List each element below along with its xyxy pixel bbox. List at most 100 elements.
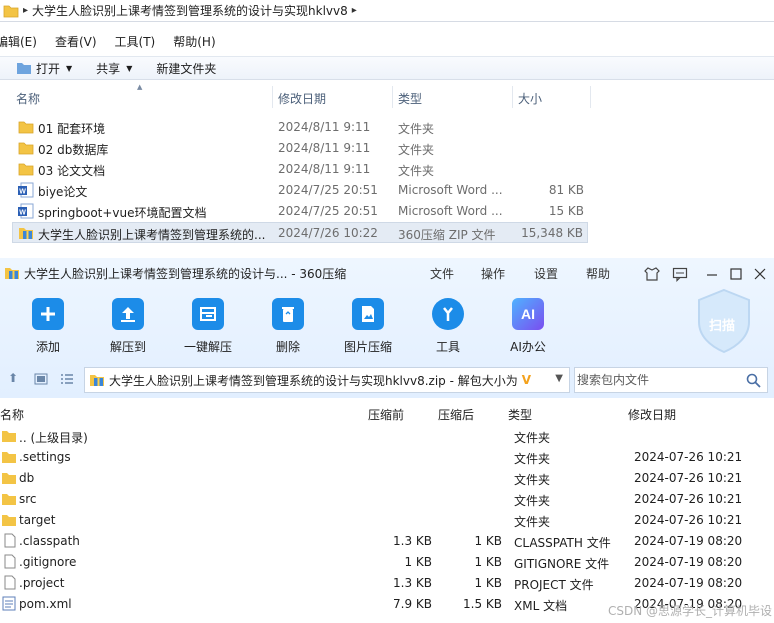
- entry-name: pom.xml: [19, 597, 72, 611]
- address-bar[interactable]: ▸ 大学生人脸识别上课考情签到管理系统的设计与实现hklvv8 ▸: [0, 0, 774, 22]
- file-row[interactable]: W biye论文 2024/7/25 20:51 Microsoft Word …: [0, 180, 774, 201]
- feedback-icon[interactable]: [672, 266, 688, 282]
- column-before[interactable]: 压缩前: [368, 406, 404, 423]
- skin-icon[interactable]: [644, 266, 660, 282]
- image-compress-label: 图片压缩: [343, 340, 392, 354]
- file-row-selected[interactable]: 大学生人脸识别上课考情签到管理系统的... 2024/7/26 10:22 36…: [12, 222, 588, 243]
- entry-size-after: 1 KB: [474, 576, 502, 590]
- share-button[interactable]: 共享 ▼: [96, 60, 132, 77]
- column-divider[interactable]: [590, 86, 591, 108]
- app-logo-icon: [5, 268, 19, 279]
- file-type: 360压缩 ZIP 文件: [398, 228, 496, 242]
- file-icon: [4, 575, 16, 590]
- column-size[interactable]: 大小: [518, 90, 542, 107]
- file-row[interactable]: 03 论文文档 2024/8/11 9:11 文件夹: [0, 159, 774, 180]
- maximize-icon[interactable]: [728, 266, 744, 282]
- file-name: biye论文: [38, 185, 88, 199]
- archive-row[interactable]: .settings 文件夹 2024-07-26 10:21: [0, 447, 774, 468]
- search-input[interactable]: [577, 373, 737, 387]
- search-box[interactable]: [574, 367, 768, 393]
- entry-type: GITIGNORE 文件: [514, 557, 610, 571]
- file-row[interactable]: 02 db数据库 2024/8/11 9:11 文件夹: [0, 138, 774, 159]
- entry-date: 2024-07-26 10:21: [634, 513, 743, 527]
- add-button[interactable]: 添加: [16, 298, 80, 355]
- file-type: 文件夹: [398, 122, 435, 136]
- menu-edit[interactable]: 编辑(E): [0, 33, 37, 50]
- menu-help[interactable]: 帮助: [586, 265, 610, 282]
- file-row[interactable]: 01 配套环境 2024/8/11 9:11 文件夹: [0, 117, 774, 138]
- entry-name: target: [19, 513, 56, 527]
- entry-type: 文件夹: [514, 494, 551, 508]
- folder-icon: [2, 515, 16, 526]
- column-name[interactable]: 名称: [0, 406, 24, 423]
- archive-row[interactable]: .project 1.3 KB 1 KB PROJECT 文件 2024-07-…: [0, 573, 774, 594]
- file-date: 2024/8/11 9:11: [278, 141, 371, 155]
- column-type[interactable]: 类型: [398, 90, 422, 107]
- archive-row[interactable]: .classpath 1.3 KB 1 KB CLASSPATH 文件 2024…: [0, 531, 774, 552]
- column-name[interactable]: 名称: [16, 90, 40, 107]
- extract-to-label: 解压到: [109, 340, 146, 354]
- column-divider[interactable]: [512, 86, 513, 108]
- menu-help[interactable]: 帮助(H): [173, 33, 215, 50]
- menu-operate[interactable]: 操作: [481, 265, 505, 282]
- column-after[interactable]: 压缩后: [438, 406, 474, 423]
- entry-date: 2024-07-26 10:21: [634, 471, 743, 485]
- ai-icon: AI: [512, 298, 544, 330]
- chevron-down-icon[interactable]: ▼: [555, 373, 563, 384]
- image-compress-button[interactable]: 图片压缩: [336, 298, 400, 355]
- entry-name: .project: [19, 576, 65, 590]
- one-click-extract-button[interactable]: 一键解压: [176, 298, 240, 355]
- column-modified[interactable]: 修改日期: [628, 406, 676, 423]
- svg-text:W: W: [19, 189, 26, 196]
- entry-name: .gitignore: [19, 555, 77, 569]
- new-folder-label: 新建文件夹: [156, 61, 217, 76]
- archive-row[interactable]: db 文件夹 2024-07-26 10:21: [0, 468, 774, 489]
- column-modified[interactable]: 修改日期: [278, 90, 326, 107]
- menu-tools[interactable]: 工具(T): [115, 33, 156, 50]
- file-name: 03 论文文档: [38, 164, 106, 178]
- tools-button[interactable]: 工具: [416, 298, 480, 355]
- new-folder-button[interactable]: 新建文件夹: [156, 60, 216, 77]
- file-type: 文件夹: [398, 143, 435, 157]
- file-explorer-window: ▸ 大学生人脸识别上课考情签到管理系统的设计与实现hklvv8 ▸ 编辑(E) …: [0, 0, 774, 258]
- word-document-icon: W: [18, 182, 34, 198]
- sort-ascending-icon: ▲: [137, 83, 143, 91]
- archive-row[interactable]: src 文件夹 2024-07-26 10:21: [0, 489, 774, 510]
- column-divider[interactable]: [392, 86, 393, 108]
- archive-row[interactable]: .gitignore 1 KB 1 KB GITIGNORE 文件 2024-0…: [0, 552, 774, 573]
- search-icon[interactable]: [746, 373, 761, 388]
- path-input[interactable]: 大学生人脸识别上课考情签到管理系统的设计与实现hklvv8.zip - 解包大小…: [84, 367, 570, 393]
- scan-button[interactable]: 扫描: [695, 288, 753, 354]
- folder-icon: [2, 452, 16, 463]
- file-size: 15 KB: [548, 204, 584, 218]
- breadcrumb[interactable]: 大学生人脸识别上课考情签到管理系统的设计与实现hklvv8: [32, 2, 348, 19]
- open-button[interactable]: 打开 ▼: [16, 60, 72, 77]
- dropdown-arrow-icon: ▼: [126, 63, 133, 73]
- column-headers: 名称 ▲ 修改日期 类型 大小: [0, 83, 774, 108]
- folder-icon: [18, 163, 34, 176]
- one-click-extract-icon: [192, 298, 224, 330]
- column-divider[interactable]: [272, 86, 273, 108]
- list-view-icon[interactable]: [60, 373, 74, 385]
- entry-name: .settings: [19, 450, 71, 464]
- close-icon[interactable]: [752, 266, 768, 282]
- entry-size-after: 1 KB: [474, 534, 502, 548]
- archive-row[interactable]: target 文件夹 2024-07-26 10:21: [0, 510, 774, 531]
- ai-office-button[interactable]: AI AI办公: [496, 298, 560, 355]
- menu-file[interactable]: 文件: [430, 265, 454, 282]
- up-arrow-icon[interactable]: ⬆: [8, 371, 18, 385]
- archive-row[interactable]: .. (上级目录) 文件夹: [0, 426, 774, 447]
- file-row[interactable]: W springboot+vue环境配置文档 2024/7/25 20:51 M…: [0, 201, 774, 222]
- column-type[interactable]: 类型: [508, 406, 532, 423]
- file-size: 81 KB: [548, 183, 584, 197]
- extract-to-button[interactable]: 解压到: [96, 298, 160, 355]
- minimize-icon[interactable]: [704, 266, 720, 282]
- thumbnail-view-icon[interactable]: [34, 373, 48, 385]
- entry-type: 文件夹: [514, 515, 551, 529]
- delete-button[interactable]: 删除: [256, 298, 320, 355]
- menu-settings[interactable]: 设置: [534, 265, 558, 282]
- entry-type: 文件夹: [514, 452, 551, 466]
- open-icon: [17, 63, 31, 74]
- menu-view[interactable]: 查看(V): [55, 33, 97, 50]
- file-date: 2024/7/25 20:51: [278, 183, 378, 197]
